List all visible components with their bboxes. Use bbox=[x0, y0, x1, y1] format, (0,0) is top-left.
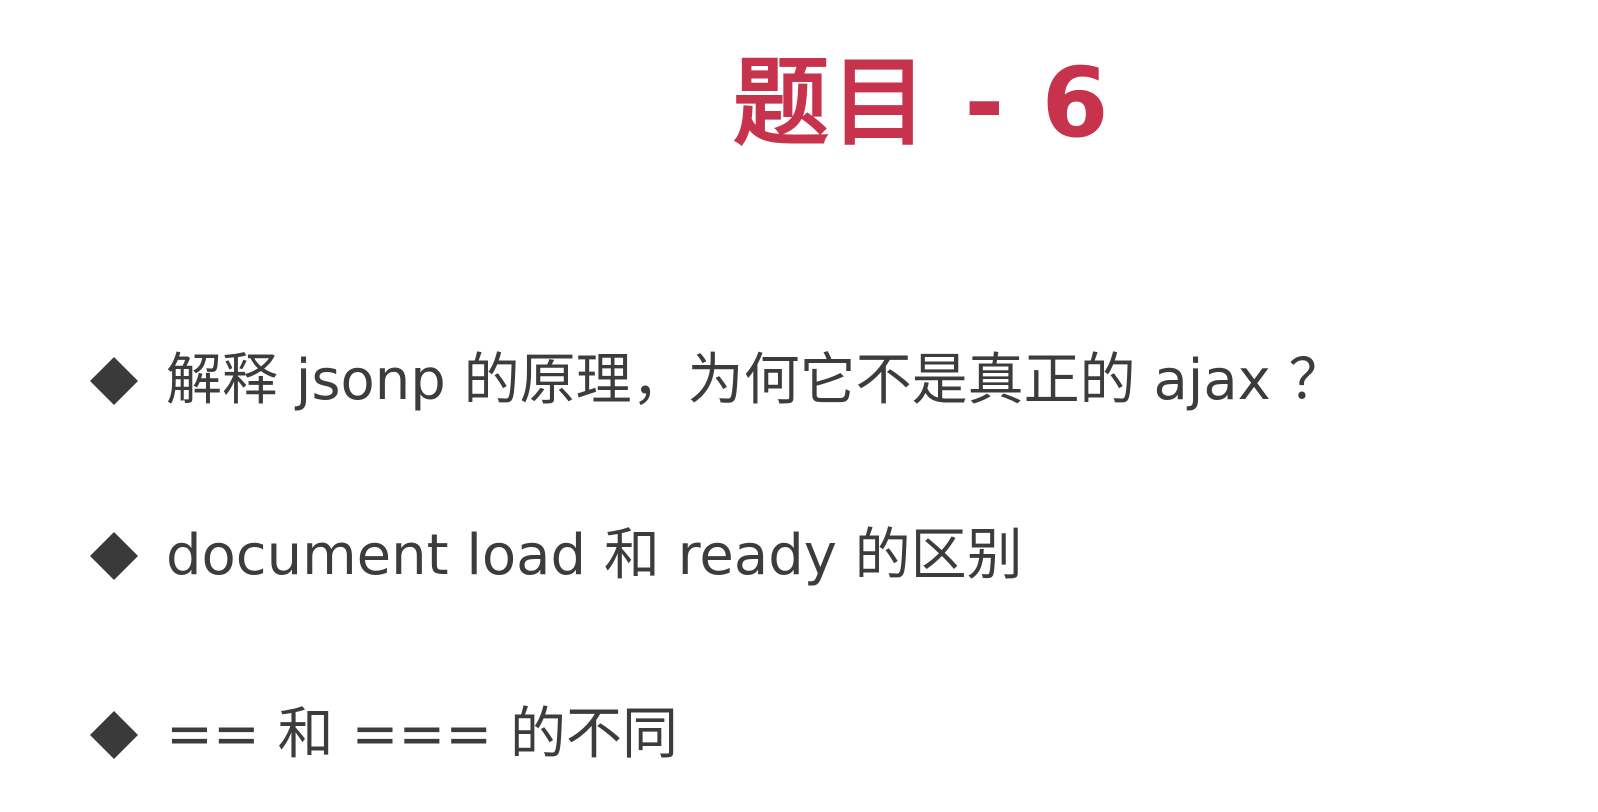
bullet-item: document load 和 ready 的区别 bbox=[88, 516, 1023, 596]
bullet-text: == 和 === 的不同 bbox=[166, 702, 679, 767]
bullet-list: 解释 jsonp 的原理，为何它不是真正的 ajax ？ document lo… bbox=[88, 0, 1568, 812]
bullet-text: document load 和 ready 的区别 bbox=[166, 523, 1023, 588]
diamond-bullet-icon bbox=[88, 530, 140, 582]
bullet-item: == 和 === 的不同 bbox=[88, 695, 678, 775]
diamond-bullet-icon bbox=[88, 709, 140, 761]
bullet-text: 解释 jsonp 的原理，为何它不是真正的 ajax ？ bbox=[166, 348, 1345, 413]
diamond-bullet-icon bbox=[88, 355, 140, 407]
bullet-item: 解释 jsonp 的原理，为何它不是真正的 ajax ？ bbox=[88, 341, 1345, 421]
